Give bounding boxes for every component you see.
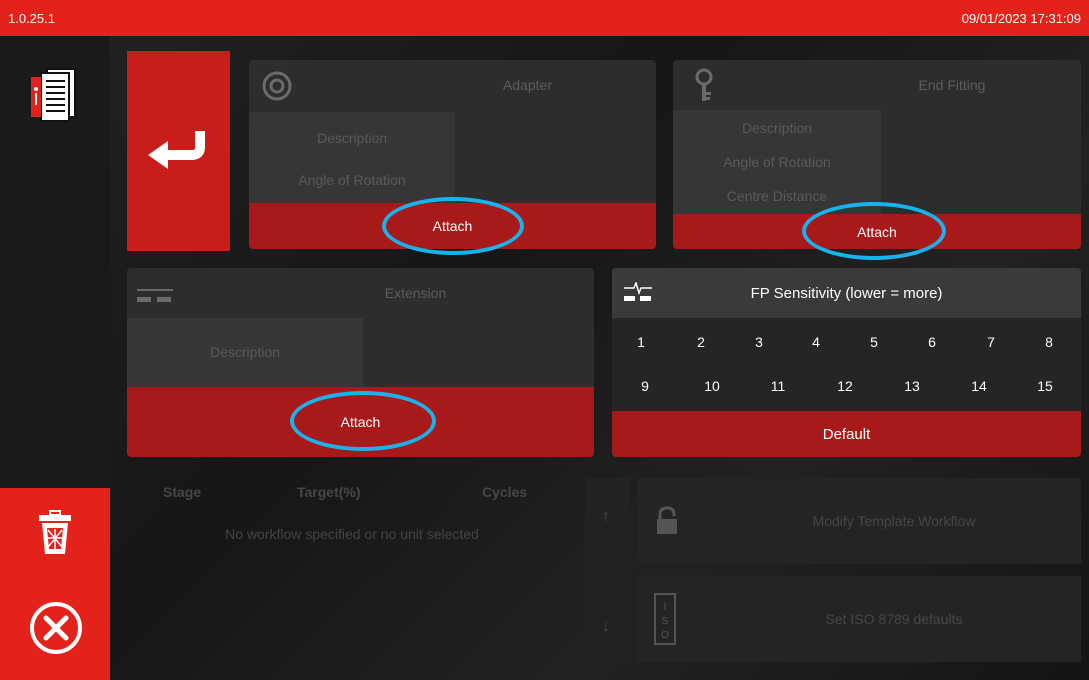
- close-icon: [28, 600, 84, 656]
- fp-sensitivity-header: FP Sensitivity (lower = more): [612, 268, 1081, 318]
- iso-defaults-label: Set ISO 8789 defaults: [825, 611, 963, 627]
- sensitivity-default-button[interactable]: Default: [612, 411, 1081, 457]
- svg-text:O: O: [661, 630, 669, 641]
- manual-icon[interactable]: [26, 62, 84, 128]
- delete-button[interactable]: [0, 488, 110, 578]
- sensitivity-option-3[interactable]: 3: [755, 334, 763, 350]
- modify-template-button[interactable]: Modify Template Workflow: [637, 478, 1081, 564]
- extension-title: Extension: [384, 285, 447, 301]
- adapter-description-label: Description: [316, 130, 388, 146]
- end-fitting-angle-label: Angle of Rotation: [723, 154, 831, 170]
- adapter-angle-label: Angle of Rotation: [298, 172, 406, 188]
- sensitivity-option-14[interactable]: 14: [971, 378, 987, 394]
- return-arrow-icon: [144, 125, 214, 178]
- key-icon: [693, 68, 715, 109]
- end-fitting-description-label: Description: [741, 120, 813, 136]
- fp-sensitivity-panel: FP Sensitivity (lower = more) 1 2 3 4 5 …: [612, 268, 1081, 457]
- sensitivity-option-10[interactable]: 10: [704, 378, 720, 394]
- iso-defaults-button[interactable]: I S O Set ISO 8789 defaults: [637, 576, 1081, 662]
- end-fitting-centre-label: Centre Distance: [726, 188, 828, 204]
- extension-description-label: Description: [209, 344, 281, 360]
- scroll-up-icon[interactable]: ↑: [602, 508, 610, 526]
- version-label: 1.0.25.1: [8, 10, 55, 26]
- column-cycles: Cycles: [482, 484, 528, 500]
- sensitivity-option-15[interactable]: 15: [1037, 378, 1053, 394]
- column-target: Target(%): [297, 484, 361, 500]
- extension-icon: [135, 286, 175, 311]
- sensitivity-option-6[interactable]: 6: [928, 334, 936, 350]
- sensitivity-option-13[interactable]: 13: [904, 378, 920, 394]
- sensitivity-option-5[interactable]: 5: [870, 334, 878, 350]
- extension-attach-button[interactable]: Attach: [127, 387, 594, 457]
- end-fitting-title: End Fitting: [918, 77, 986, 93]
- column-stage: Stage: [163, 484, 202, 500]
- scroll-down-icon[interactable]: ↓: [602, 618, 610, 636]
- sensitivity-option-7[interactable]: 7: [987, 334, 995, 350]
- workflow-empty-message: No workflow specified or no unit selecte…: [225, 526, 479, 542]
- datetime-label: 09/01/2023 17:31:09: [961, 10, 1081, 26]
- adapter-attach-button[interactable]: Attach: [249, 203, 656, 249]
- sensitivity-option-4[interactable]: 4: [812, 334, 820, 350]
- status-bar: 1.0.25.1 09/01/2023 17:31:09: [0, 0, 1089, 36]
- target-icon: [261, 70, 293, 107]
- sensitivity-option-11[interactable]: 11: [771, 378, 786, 394]
- sensitivity-option-9[interactable]: 9: [641, 378, 649, 394]
- fp-sensitivity-title: FP Sensitivity (lower = more): [750, 284, 943, 302]
- back-button[interactable]: [127, 51, 230, 251]
- sensitivity-option-1[interactable]: 1: [637, 334, 645, 350]
- sensitivity-option-2[interactable]: 2: [697, 334, 705, 350]
- sensitivity-option-8[interactable]: 8: [1045, 334, 1053, 350]
- svg-text:I: I: [664, 602, 667, 613]
- trash-icon: [35, 508, 75, 558]
- extension-fields: Description: [127, 318, 363, 388]
- workflow-table: Stage Target(%) Cycles No workflow speci…: [127, 478, 577, 550]
- end-fitting-fields: Description Angle of Rotation Centre Dis…: [673, 110, 881, 214]
- modify-template-label: Modify Template Workflow: [812, 513, 976, 529]
- svg-text:S: S: [662, 616, 669, 627]
- sensitivity-icon: [622, 280, 654, 308]
- workflow-scroll-column: ↑ ↓: [585, 478, 630, 664]
- end-fitting-panel: End Fitting Description Angle of Rotatio…: [673, 60, 1081, 249]
- lock-icon: [655, 506, 679, 541]
- end-fitting-attach-button[interactable]: Attach: [673, 214, 1081, 249]
- close-button[interactable]: [0, 578, 110, 680]
- iso-icon: I S O: [653, 592, 677, 651]
- adapter-fields: Description Angle of Rotation: [249, 112, 455, 204]
- adapter-title: Adapter: [502, 77, 553, 93]
- extension-panel: Extension Description Attach: [127, 268, 594, 457]
- adapter-panel: Adapter Description Angle of Rotation At…: [249, 60, 656, 249]
- sensitivity-option-12[interactable]: 12: [837, 378, 853, 394]
